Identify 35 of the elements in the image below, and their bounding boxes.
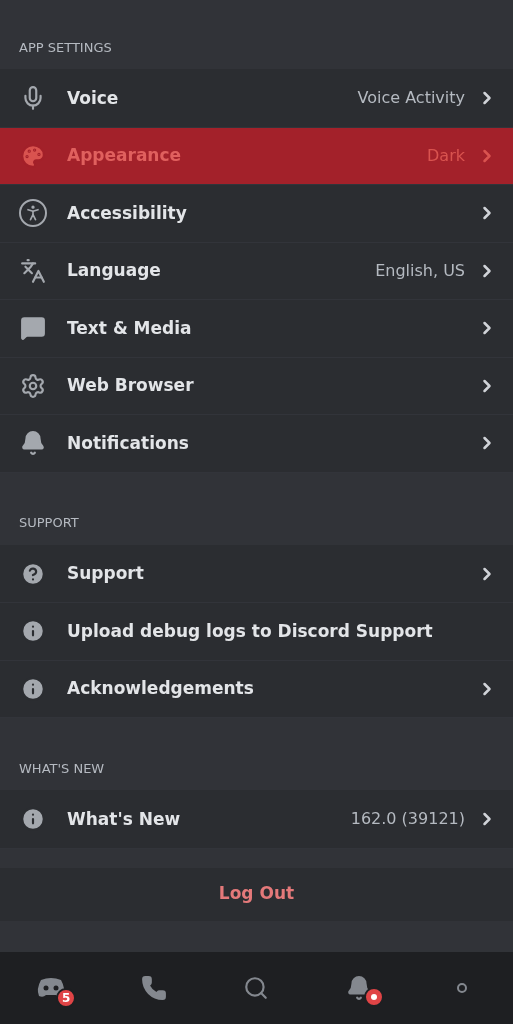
translate-icon (20, 257, 46, 284)
section-header: WHAT'S NEW (19, 759, 105, 778)
gear-icon (20, 372, 46, 399)
notification-badge: 5 (56, 988, 77, 1008)
row-label: Voice (67, 86, 119, 110)
row-label: Acknowledgements (67, 677, 254, 700)
row-label: Appearance (67, 144, 182, 167)
row-label: Language (67, 259, 161, 282)
row-value: Voice Activity (357, 87, 465, 110)
settings-row[interactable]: Accessibility (0, 185, 513, 243)
accessibility-icon (19, 199, 47, 228)
profile-icon (456, 983, 467, 993)
row-label: Web Browser (67, 374, 194, 397)
settings-row[interactable]: Text & Media (0, 300, 513, 358)
settings-row[interactable]: Language English, US (0, 242, 513, 300)
row-label: What's New (67, 807, 181, 831)
row-label: Accessibility (67, 201, 187, 225)
settings-row[interactable]: Voice Voice Activity (0, 70, 513, 128)
settings-row[interactable]: Upload debug logs to Discord Support (0, 603, 513, 661)
settings-row[interactable]: Notifications (0, 415, 513, 473)
settings-row[interactable]: What's New 162.0 (39121) (0, 791, 513, 849)
section-header: SUPPORT (19, 514, 79, 532)
bell-icon (20, 430, 46, 457)
search-icon (243, 975, 270, 1001)
row-value: English, US (375, 259, 465, 282)
row-value: 162.0 (39121) (350, 808, 465, 831)
row-label: Upload debug logs to Discord Support (67, 619, 433, 643)
row-label: Notifications (67, 431, 189, 455)
settings-row[interactable]: Acknowledgements (0, 660, 513, 718)
settings-row[interactable]: Web Browser (0, 357, 513, 415)
section-header: APP SETTINGS (19, 38, 112, 57)
log-out-button[interactable]: Log Out (0, 867, 513, 921)
row-label: Support (67, 562, 144, 585)
row-label: Text & Media (67, 316, 192, 340)
settings-row[interactable]: Support (0, 545, 513, 603)
